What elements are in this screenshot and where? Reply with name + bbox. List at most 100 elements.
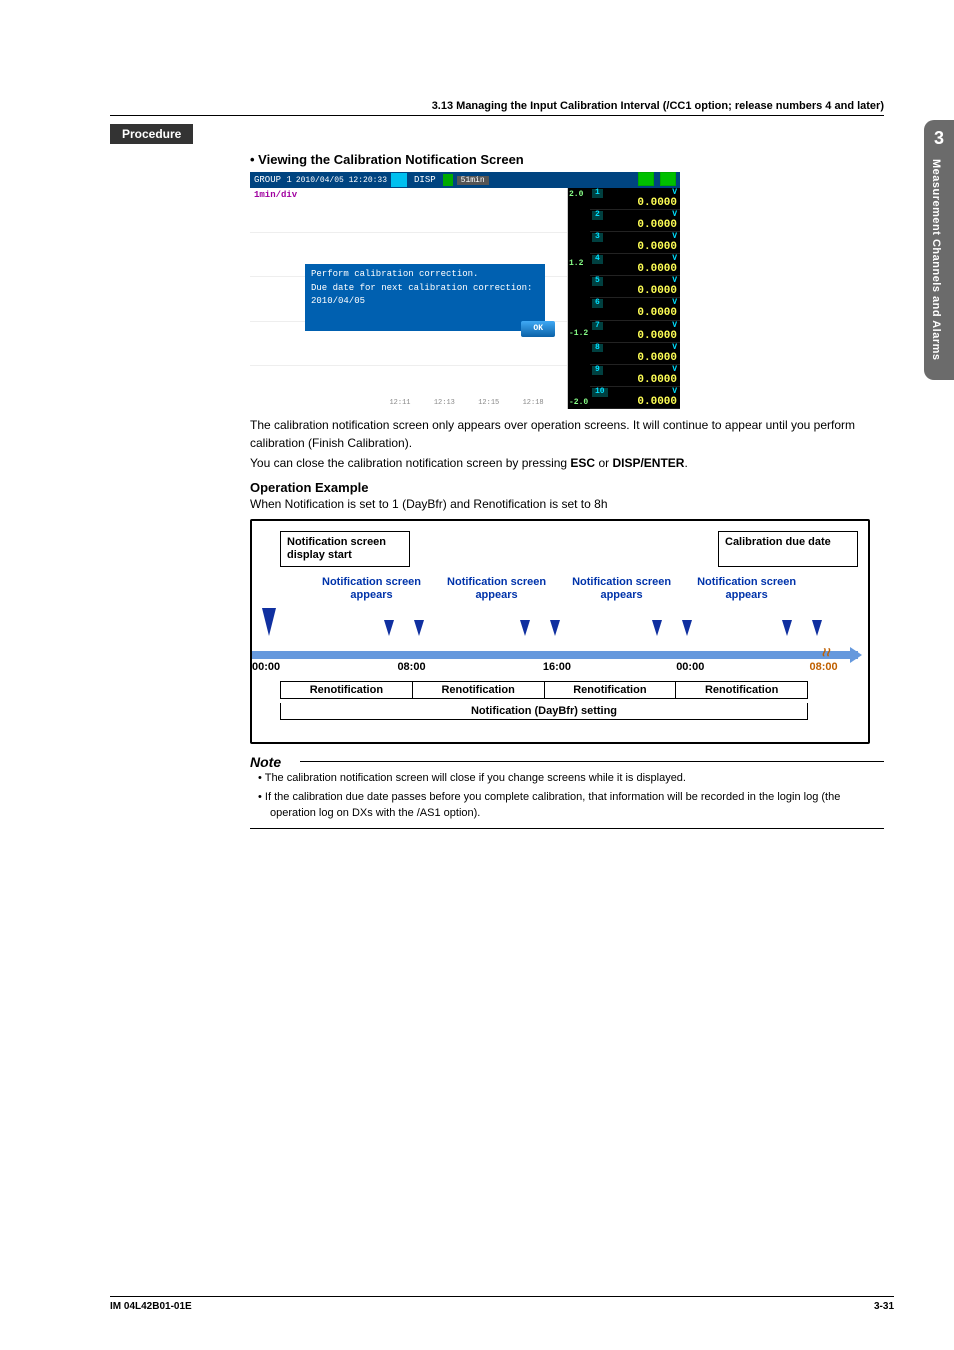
chart-scale: 2.0 1.2 -1.2 -2.0 bbox=[568, 188, 590, 409]
channel-value: 0.0000 bbox=[593, 188, 677, 209]
body-paragraph-1: The calibration notification screen only… bbox=[250, 416, 884, 452]
titlebar-right-icons bbox=[637, 172, 676, 189]
footer-doc-id: IM 04L42B01-01E bbox=[110, 1301, 192, 1312]
user-icon bbox=[391, 173, 407, 187]
chart-tick: 12:18 bbox=[523, 399, 544, 407]
diagram-tick: 00:00 bbox=[676, 661, 809, 673]
channel-row: 2V0.0000 bbox=[590, 210, 680, 232]
diagram-box-due: Calibration due date bbox=[718, 531, 858, 567]
channel-unit: V bbox=[672, 277, 677, 286]
chapter-title: Measurement Channels and Alarms bbox=[924, 149, 942, 361]
diagram-renotif-row: Renotification Renotification Renotifica… bbox=[280, 681, 808, 699]
diagram-tick: 08:00 bbox=[397, 661, 542, 673]
channel-value: 0.0000 bbox=[593, 232, 677, 253]
note-list: The calibration notification screen will… bbox=[250, 770, 884, 822]
chart-tick: 12:11 bbox=[389, 399, 410, 407]
channel-unit: V bbox=[672, 299, 677, 308]
chart-area: 1min/div 12:11 12:13 12:15 12:18 Perform… bbox=[250, 188, 568, 409]
channel-value: 0.0000 bbox=[593, 321, 677, 342]
channel-unit: V bbox=[672, 233, 677, 242]
operation-example-text: When Notification is set to 1 (DayBfr) a… bbox=[250, 497, 884, 511]
text: . bbox=[684, 456, 687, 470]
chapter-side-tab: 3 Measurement Channels and Alarms bbox=[924, 120, 954, 380]
interval-label: 51min bbox=[457, 176, 489, 185]
channel-value: 0.0000 bbox=[593, 210, 677, 231]
channel-number: 9 bbox=[592, 366, 603, 375]
arrow-down-icon bbox=[520, 620, 530, 636]
channel-number: 2 bbox=[592, 211, 603, 220]
popup-line1: Perform calibration correction. bbox=[311, 268, 539, 282]
channel-unit: V bbox=[672, 344, 677, 353]
status-icon bbox=[638, 172, 654, 186]
key-disp-enter: DISP/ENTER bbox=[612, 456, 684, 470]
channel-row: 9 V0.0000 bbox=[590, 365, 680, 387]
arrow-down-icon bbox=[682, 620, 692, 636]
section-header: 3.13 Managing the Input Calibration Inte… bbox=[110, 100, 884, 116]
channel-value: 0.0000 bbox=[593, 276, 677, 297]
channel-number: 3 bbox=[592, 233, 603, 242]
arrow-down-icon bbox=[812, 620, 822, 636]
channel-value: 0.0000 bbox=[593, 365, 677, 386]
channel-number: 1 bbox=[592, 189, 603, 198]
group-label: GROUP 1 bbox=[254, 175, 292, 185]
calibration-popup: Perform calibration correction. Due date… bbox=[305, 264, 545, 331]
note-rule bbox=[250, 828, 884, 829]
text: You can close the calibration notificati… bbox=[250, 456, 570, 470]
chart-tick: 12:15 bbox=[478, 399, 499, 407]
diagram-dayskip-icon: ≀≀ bbox=[821, 645, 830, 659]
disp-label: DISP bbox=[411, 175, 439, 185]
device-screenshot: GROUP 1 2010/04/05 12:20:33 DISP 51min 1… bbox=[250, 172, 680, 404]
channel-number: 6 bbox=[592, 299, 603, 308]
ok-button[interactable]: OK bbox=[521, 321, 555, 337]
device-titlebar: GROUP 1 2010/04/05 12:20:33 DISP 51min bbox=[250, 172, 680, 188]
chart-axis-label: 1min/div bbox=[254, 190, 297, 200]
chart-tick: 12:13 bbox=[434, 399, 455, 407]
channel-number: 5 bbox=[592, 277, 603, 286]
channel-row: 1V0.0000 bbox=[590, 188, 680, 210]
progress-indicator bbox=[443, 174, 453, 186]
operation-example-heading: Operation Example bbox=[250, 480, 884, 495]
diagram-renotif-cell: Renotification bbox=[676, 682, 807, 698]
diagram-tick: 16:00 bbox=[543, 661, 676, 673]
diagram-bottom-label: Notification (DayBfr) setting bbox=[280, 703, 808, 720]
diagram-renotif-cell: Renotification bbox=[545, 682, 677, 698]
channel-number: 4 bbox=[592, 255, 603, 264]
channel-unit: V bbox=[672, 255, 677, 264]
chapter-number: 3 bbox=[924, 120, 954, 149]
channel-row: 7 V0.0000 bbox=[590, 321, 680, 343]
diagram-renotif-cell: Renotification bbox=[281, 682, 413, 698]
timeline-diagram: Notification screen display start Calibr… bbox=[250, 519, 870, 744]
diagram-renotif-cell: Renotification bbox=[413, 682, 545, 698]
diagram-ticks: 00:00 08:00 16:00 00:00 08:00 bbox=[252, 661, 858, 673]
scale-value: -2.0 bbox=[569, 398, 589, 407]
channel-row: 4V0.0000 bbox=[590, 254, 680, 276]
text: or bbox=[595, 456, 612, 470]
start-arrow-icon bbox=[262, 608, 276, 636]
diagram-tick: 08:00 bbox=[810, 661, 838, 673]
channel-unit: V bbox=[672, 322, 677, 331]
diagram-notif-label: Notification screenappears bbox=[572, 576, 671, 602]
channel-row: 8 V0.0000 bbox=[590, 343, 680, 365]
arrow-down-icon bbox=[384, 620, 394, 636]
diagram-tick: 00:00 bbox=[252, 661, 397, 673]
arrow-down-icon bbox=[414, 620, 424, 636]
channel-unit: V bbox=[672, 366, 677, 375]
note-heading: Note bbox=[250, 754, 884, 770]
channel-number: 7 bbox=[592, 322, 603, 331]
channel-row: 5 V0.0000 bbox=[590, 276, 680, 298]
popup-line2: Due date for next calibration correction… bbox=[311, 282, 539, 309]
scale-value: 1.2 bbox=[569, 259, 589, 268]
channel-panel: 1V0.0000 2V0.0000 3V0.0000 4V0.0000 5V0.… bbox=[590, 188, 680, 409]
viewing-heading: • Viewing the Calibration Notification S… bbox=[250, 152, 884, 167]
channel-value: 0.0000 bbox=[593, 343, 677, 364]
diagram-notif-label: Notification screenappears bbox=[697, 576, 796, 602]
scale-value: -1.2 bbox=[569, 329, 589, 338]
channel-number: 8 bbox=[592, 344, 603, 353]
diagram-notif-label: Notification screenappears bbox=[322, 576, 421, 602]
diagram-axis bbox=[252, 651, 858, 659]
key-esc: ESC bbox=[570, 456, 595, 470]
arrow-down-icon bbox=[550, 620, 560, 636]
note-item: The calibration notification screen will… bbox=[270, 770, 884, 787]
diagram-notif-labels: Notification screenappears Notification … bbox=[322, 576, 868, 602]
diagram-box-start: Notification screen display start bbox=[280, 531, 410, 567]
